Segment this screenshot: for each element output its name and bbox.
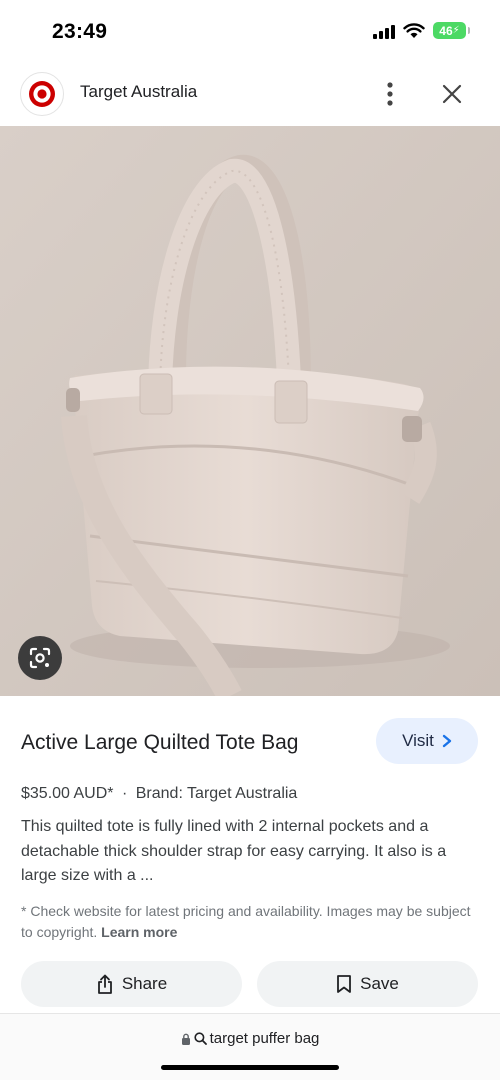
price-line: $35.00 AUD* · Brand: Target Australia xyxy=(21,785,297,803)
product-image[interactable] xyxy=(0,126,500,696)
share-button[interactable]: Share xyxy=(21,961,242,1007)
wifi-icon xyxy=(403,22,425,38)
close-icon xyxy=(442,84,462,104)
disclaimer-text: * Check website for latest pricing and a… xyxy=(21,903,471,940)
save-button[interactable]: Save xyxy=(257,961,478,1007)
visit-label: Visit xyxy=(402,731,434,750)
visit-button[interactable]: Visit xyxy=(376,718,478,764)
close-button[interactable] xyxy=(436,78,468,110)
product-description: This quilted tote is fully lined with 2 … xyxy=(21,818,447,884)
tote-bag-image xyxy=(0,126,500,696)
url-display[interactable]: target puffer bag xyxy=(0,1030,500,1047)
share-icon xyxy=(97,974,112,994)
more-vert-icon xyxy=(387,82,393,106)
price: $35.00 AUD* xyxy=(21,785,114,802)
brand: Brand: Target Australia xyxy=(135,785,298,802)
disclaimer: * Check website for latest pricing and a… xyxy=(21,901,481,942)
search-icon xyxy=(193,1032,207,1045)
site-header: Target Australia xyxy=(0,66,500,126)
bookmark-icon xyxy=(337,975,352,993)
search-query: target puffer bag xyxy=(209,1030,320,1047)
status-time: 23:49 xyxy=(52,20,108,43)
status-icons: 46 ⚡ xyxy=(373,22,470,39)
lens-icon xyxy=(29,647,51,669)
cellular-signal-icon xyxy=(373,23,395,39)
battery-icon: 46 ⚡ xyxy=(433,22,470,39)
save-label: Save xyxy=(360,974,399,993)
status-bar: 23:49 46 ⚡ xyxy=(0,0,500,66)
lens-button[interactable] xyxy=(18,636,62,680)
lock-icon xyxy=(181,1033,190,1045)
chevron-right-icon xyxy=(442,734,452,748)
separator: · xyxy=(121,785,128,802)
home-indicator xyxy=(161,1065,339,1070)
product-title: Active Large Quilted Tote Bag xyxy=(21,731,299,754)
share-label: Share xyxy=(121,974,168,993)
battery-level: 46 xyxy=(439,23,453,38)
site-name: Target Australia xyxy=(80,82,198,101)
target-logo-icon xyxy=(20,72,64,116)
more-options-button[interactable] xyxy=(376,78,404,110)
learn-more-link[interactable]: Learn more xyxy=(101,924,177,940)
